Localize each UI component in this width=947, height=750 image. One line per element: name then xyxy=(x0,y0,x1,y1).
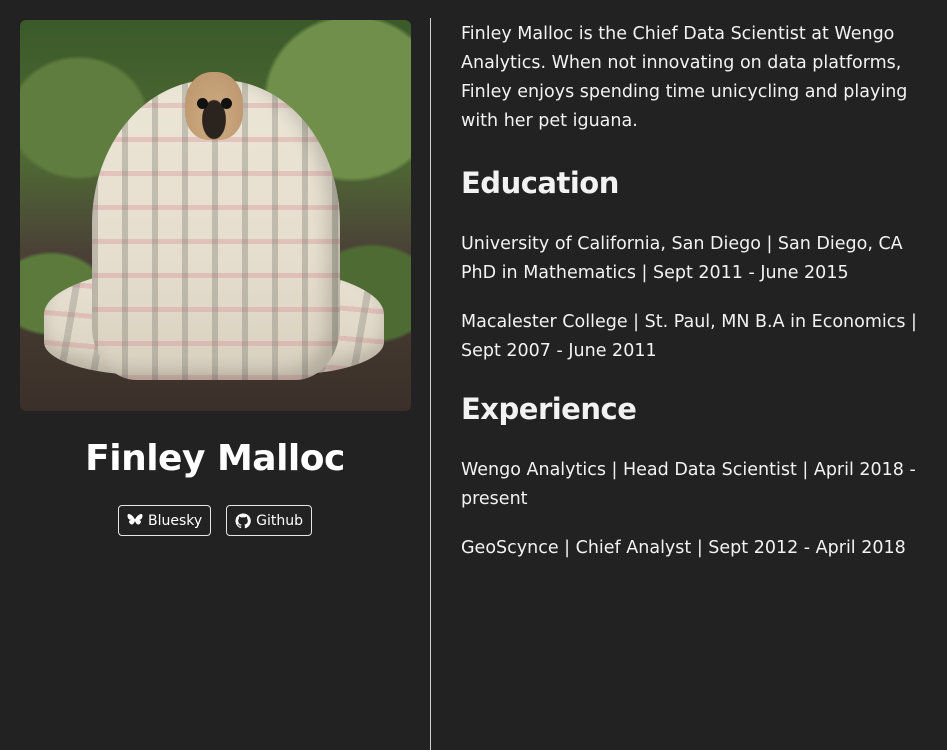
pug-eye-right xyxy=(221,98,232,109)
education-entry: Macalester College | St. Paul, MN B.A in… xyxy=(461,312,917,361)
pug-face-shape xyxy=(185,72,243,140)
social-links: Bluesky Github xyxy=(0,505,430,536)
vertical-divider xyxy=(430,18,431,750)
profile-name: Finley Malloc xyxy=(85,438,345,479)
main-content: Finley Malloc is the Chief Data Scientis… xyxy=(461,20,933,583)
profile-photo xyxy=(20,20,411,411)
bluesky-link-button[interactable]: Bluesky xyxy=(117,505,212,536)
about-page: Finley Malloc Bluesky Github Finley Mall… xyxy=(0,0,947,750)
education-heading: Education xyxy=(461,166,619,200)
github-icon xyxy=(235,512,251,529)
experience-entry: GeoScynce | Chief Analyst | Sept 2012 - … xyxy=(461,538,906,558)
experience-entry: Wengo Analytics | Head Data Scientist | … xyxy=(461,460,916,509)
github-link-label: Github xyxy=(256,512,304,529)
bio-paragraph: Finley Malloc is the Chief Data Scientis… xyxy=(461,24,908,131)
butterfly-icon xyxy=(127,513,143,528)
github-link-button[interactable]: Github xyxy=(226,505,313,536)
experience-heading: Experience xyxy=(461,392,637,426)
pug-eye-left xyxy=(197,98,208,109)
education-entry: University of California, San Diego | Sa… xyxy=(461,234,903,283)
bluesky-link-label: Bluesky xyxy=(147,512,203,529)
profile-sidebar: Finley Malloc Bluesky Github xyxy=(0,0,430,750)
